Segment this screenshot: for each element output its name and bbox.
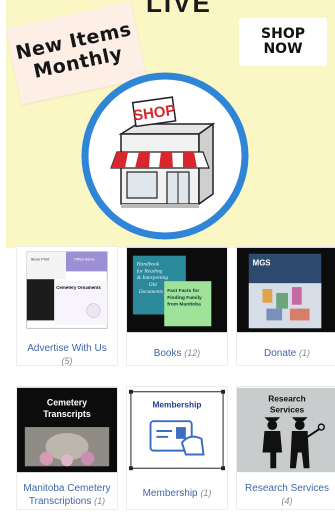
category-card-books[interactable]: Handbook for Reading & Interpreting Old … <box>126 246 228 366</box>
hero-top-partial-text: LIVE <box>146 0 212 18</box>
category-caption: Books (12) <box>127 347 227 360</box>
category-name[interactable]: Advertise With Us <box>27 343 106 354</box>
svg-text:Documents: Documents <box>138 289 163 295</box>
svg-text:MGS: MGS <box>253 258 271 267</box>
awning <box>110 151 210 169</box>
category-name[interactable]: Books <box>154 348 182 359</box>
svg-text:Fast Facts for: Fast Facts for <box>167 288 199 294</box>
category-caption: Membership (1) <box>127 487 227 500</box>
svg-text:Cemetery: Cemetery <box>47 397 87 407</box>
category-card-membership[interactable]: Membership Membership (1) <box>126 386 228 510</box>
category-count: (12) <box>184 348 201 358</box>
svg-text:Cemetery Ornaments: Cemetery Ornaments <box>56 285 101 290</box>
shop-now-line2: NOW <box>263 41 303 57</box>
category-name-line1[interactable]: Manitoba Cemetery <box>23 483 110 494</box>
category-caption: Research Services (4) <box>237 483 335 508</box>
cemetery-thumbnail[interactable]: Cemetery Transcripts <box>17 387 117 473</box>
svg-text:& Interpreting: & Interpreting <box>137 275 169 281</box>
category-count: (4) <box>281 496 293 506</box>
svg-text:Store Print: Store Print <box>31 257 50 262</box>
store-front-icon: SHOP <box>81 72 249 240</box>
books-thumbnail[interactable]: Handbook for Reading & Interpreting Old … <box>127 247 227 333</box>
store-page: LIVE New Items Monthly SHOP NOW SHOP Sto… <box>0 0 335 514</box>
category-card-advertise[interactable]: Store Print Office Items Cemetery Orname… <box>16 246 118 366</box>
svg-text:Services: Services <box>270 404 305 414</box>
research-thumbnail[interactable]: Research Services <box>237 387 335 473</box>
svg-text:Finding Family: Finding Family <box>167 295 202 301</box>
category-caption: Donate (1) <box>237 347 335 360</box>
hero-banner: LIVE New Items Monthly SHOP NOW SHOP <box>6 0 335 248</box>
svg-text:from Manitoba: from Manitoba <box>167 302 201 308</box>
shop-now-button[interactable]: SHOP NOW <box>239 18 327 66</box>
category-count: (1) <box>299 348 311 358</box>
category-card-research[interactable]: Research Services Research Services (4) <box>236 386 335 510</box>
category-card-cemetery[interactable]: Cemetery Transcripts Manitoba Cemetery T… <box>16 386 118 510</box>
svg-text:for Reading: for Reading <box>137 267 163 274</box>
category-caption: Advertise With Us (5) <box>17 343 117 368</box>
category-name[interactable]: Donate <box>264 348 296 359</box>
category-name-line2[interactable]: Transcriptions <box>29 496 91 507</box>
membership-thumbnail[interactable]: Membership <box>127 387 227 473</box>
category-name[interactable]: Research Services <box>245 483 329 494</box>
category-count: (1) <box>200 488 212 498</box>
svg-text:Office Items: Office Items <box>74 257 95 262</box>
advertise-thumbnail[interactable]: Store Print Office Items Cemetery Orname… <box>17 247 117 333</box>
category-count: (5) <box>61 356 73 366</box>
category-caption: Manitoba Cemetery Transcriptions (1) <box>17 483 117 508</box>
category-count: (1) <box>94 496 106 506</box>
svg-text:Research: Research <box>268 394 306 404</box>
category-name[interactable]: Membership <box>143 488 198 499</box>
category-card-donate[interactable]: MGS Donate (1) <box>236 246 335 366</box>
svg-text:Old: Old <box>149 282 157 288</box>
shop-now-line1: SHOP <box>261 26 305 43</box>
donate-thumbnail[interactable]: MGS <box>237 247 335 333</box>
svg-text:Membership: Membership <box>152 399 201 409</box>
svg-text:Transcripts: Transcripts <box>43 409 91 419</box>
svg-text:Handbook: Handbook <box>136 261 160 267</box>
